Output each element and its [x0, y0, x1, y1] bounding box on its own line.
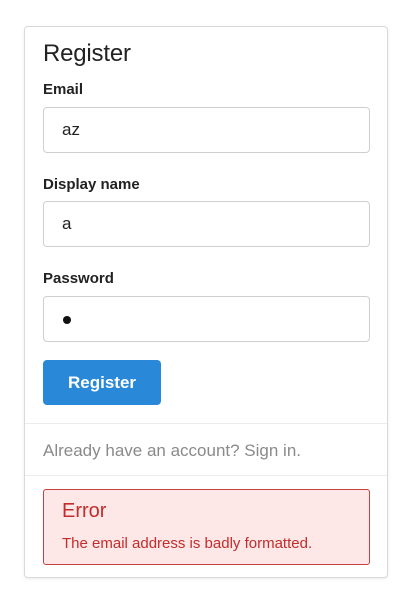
- divider: [25, 475, 387, 476]
- page-title: Register: [43, 40, 131, 67]
- password-field[interactable]: [43, 296, 370, 342]
- divider: [25, 423, 387, 424]
- register-card: Register Email Display name Password Reg…: [24, 26, 388, 578]
- error-alert: Error The email address is badly formatt…: [43, 489, 370, 565]
- password-label: Password: [43, 270, 114, 287]
- sign-in-link[interactable]: Already have an account? Sign in.: [43, 441, 301, 461]
- display-name-label: Display name: [43, 176, 140, 193]
- display-name-field[interactable]: [43, 201, 370, 247]
- email-label: Email: [43, 81, 84, 98]
- error-title: Error: [62, 500, 107, 522]
- password-mask-dot: [63, 316, 71, 324]
- error-message: The email address is badly formatted.: [62, 535, 313, 552]
- register-button[interactable]: Register: [43, 360, 161, 405]
- email-field[interactable]: [43, 107, 370, 153]
